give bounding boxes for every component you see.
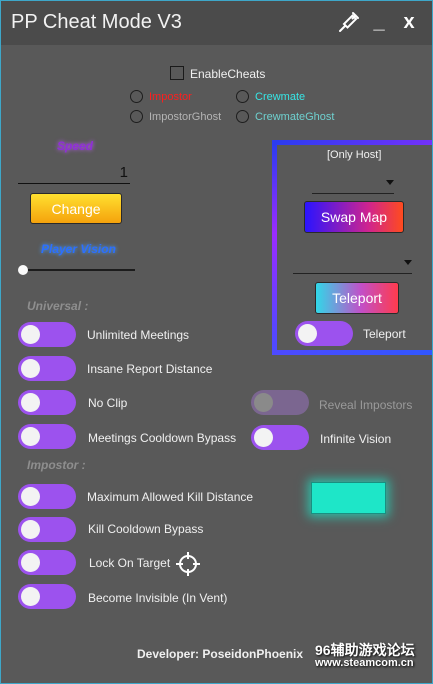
impostor-section-header: Impostor : bbox=[27, 458, 86, 472]
player-vision-slider[interactable] bbox=[21, 269, 135, 271]
radio-crewmate-ghost[interactable] bbox=[236, 110, 249, 123]
title-bar[interactable]: PP Cheat Mode V3 _ x bbox=[1, 1, 432, 45]
toggle-knob bbox=[21, 520, 40, 539]
toggle-knob bbox=[21, 325, 40, 344]
insane-report-distance-toggle[interactable] bbox=[18, 356, 76, 381]
max-kill-distance-label: Maximum Allowed Kill Distance bbox=[87, 490, 254, 504]
speed-value: 1 bbox=[119, 164, 128, 181]
player-vision-label: Player Vision bbox=[41, 242, 116, 256]
teleport-button[interactable]: Teleport bbox=[315, 282, 399, 314]
map-select[interactable] bbox=[312, 175, 394, 194]
toggle-knob bbox=[254, 428, 273, 447]
app-window: PP Cheat Mode V3 _ x EnableCheats Impost… bbox=[0, 0, 433, 684]
radio-impostor-label: Impostor bbox=[149, 91, 192, 103]
infinite-vision-toggle[interactable] bbox=[251, 425, 309, 450]
toggle-knob bbox=[298, 324, 317, 343]
radio-impostor[interactable] bbox=[130, 90, 143, 103]
chevron-down-icon bbox=[386, 180, 394, 185]
toggle-knob bbox=[21, 553, 40, 572]
reveal-impostors-label: Reveal Impostors bbox=[319, 398, 413, 412]
toggle-knob bbox=[254, 393, 273, 412]
unlimited-meetings-toggle[interactable] bbox=[18, 322, 76, 347]
radio-impostor-ghost-label: ImpostorGhost bbox=[149, 111, 222, 123]
max-kill-distance-toggle[interactable] bbox=[18, 484, 76, 509]
toggle-knob bbox=[21, 587, 40, 606]
meetings-cooldown-bypass-toggle[interactable] bbox=[18, 424, 76, 449]
close-button[interactable]: x bbox=[397, 7, 421, 37]
radio-crewmate-label: Crewmate bbox=[255, 91, 306, 103]
watermark-url: www.steamcom.cn bbox=[315, 657, 414, 669]
toggle-knob bbox=[21, 359, 40, 378]
change-speed-button[interactable]: Change bbox=[30, 193, 122, 224]
crosshair-icon[interactable] bbox=[175, 551, 201, 577]
teleport-toggle-label: Teleport bbox=[363, 327, 406, 341]
become-invisible-label: Become Invisible (In Vent) bbox=[88, 591, 228, 605]
enable-cheats-label: EnableCheats bbox=[190, 67, 266, 81]
radio-crewmate[interactable] bbox=[236, 90, 249, 103]
reveal-impostors-toggle[interactable] bbox=[251, 390, 309, 415]
enable-cheats-checkbox[interactable] bbox=[170, 66, 184, 80]
color-swatch[interactable] bbox=[311, 482, 386, 514]
lock-on-target-label: Lock On Target bbox=[89, 556, 171, 570]
become-invisible-toggle[interactable] bbox=[18, 584, 76, 609]
kill-cooldown-bypass-toggle[interactable] bbox=[18, 517, 76, 542]
infinite-vision-label: Infinite Vision bbox=[320, 432, 392, 446]
host-panel bbox=[272, 140, 432, 355]
teleport-target-select[interactable] bbox=[293, 255, 412, 274]
lock-on-target-toggle[interactable] bbox=[18, 550, 76, 575]
kill-cooldown-bypass-label: Kill Cooldown Bypass bbox=[88, 522, 204, 536]
teleport-toggle[interactable] bbox=[295, 321, 353, 346]
speed-input[interactable]: 1 bbox=[18, 163, 130, 184]
toggle-knob bbox=[21, 487, 40, 506]
player-vision-slider-thumb[interactable] bbox=[18, 265, 28, 275]
syringe-icon[interactable] bbox=[334, 7, 364, 37]
minimize-button[interactable]: _ bbox=[367, 7, 391, 37]
radio-crewmate-ghost-label: CrewmateGhost bbox=[255, 111, 335, 123]
radio-impostor-ghost[interactable] bbox=[130, 110, 143, 123]
unlimited-meetings-label: Unlimited Meetings bbox=[87, 328, 190, 342]
toggle-knob bbox=[21, 427, 40, 446]
no-clip-toggle[interactable] bbox=[18, 390, 76, 415]
developer-credit: Developer: PoseidonPhoenix bbox=[137, 647, 304, 661]
toggle-knob bbox=[21, 393, 40, 412]
speed-label: Speed bbox=[57, 139, 94, 153]
universal-section-header: Universal : bbox=[27, 299, 89, 313]
window-title: PP Cheat Mode V3 bbox=[11, 11, 182, 33]
swap-map-button[interactable]: Swap Map bbox=[304, 201, 404, 233]
meetings-cooldown-bypass-label: Meetings Cooldown Bypass bbox=[88, 431, 237, 445]
chevron-down-icon bbox=[404, 260, 412, 265]
no-clip-label: No Clip bbox=[88, 396, 128, 410]
insane-report-distance-label: Insane Report Distance bbox=[87, 362, 213, 376]
host-panel-label: [Only Host] bbox=[327, 149, 382, 161]
